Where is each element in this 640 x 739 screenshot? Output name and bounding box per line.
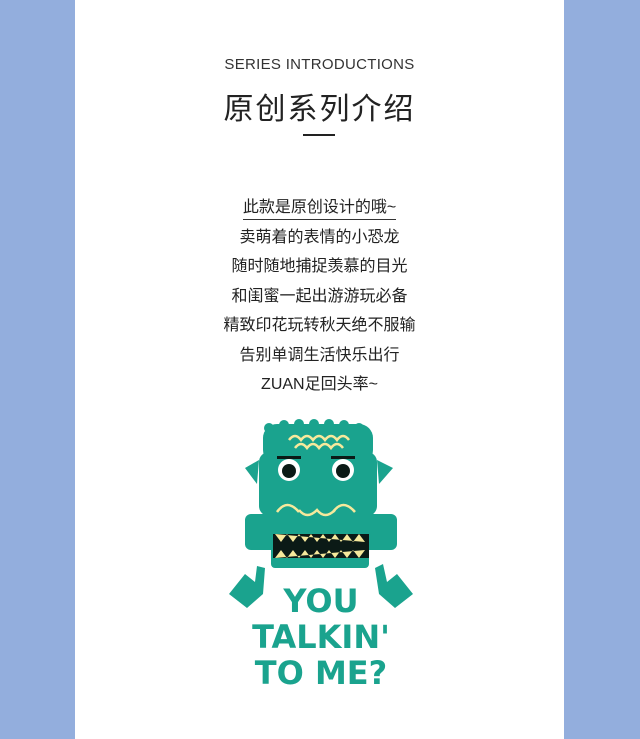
title-underline: [303, 134, 335, 136]
right-side-panel: [564, 0, 640, 739]
intro-line: 告别单调生活快乐出行: [239, 346, 400, 364]
slogan-line-2: TALKIN': [252, 618, 390, 656]
content-panel: SERIES INTRODUCTIONS 原创系列介绍 此款是原创设计的哦~ 卖…: [75, 0, 564, 739]
intro-text: 此款是原创设计的哦~ 卖萌着的表情的小恐龙 随时随地捕捉羡慕的目光 和闺蜜一起出…: [75, 193, 564, 400]
section-title: 原创系列介绍: [223, 93, 416, 126]
intro-line: 精致印花玩转秋天绝不服输: [223, 317, 416, 334]
intro-line: 和闺蜜一起出游游玩必备: [231, 287, 408, 305]
left-side-panel: [0, 0, 75, 739]
section-eyebrow: SERIES INTRODUCTIONS: [224, 56, 415, 73]
intro-line: 卖萌着的表情的小恐龙: [239, 228, 400, 246]
intro-line: ZUAN足回头率~: [261, 376, 378, 393]
dinosaur-mascot-illustration: YOU TALKIN' TO ME?: [229, 419, 413, 692]
slogan-line-3: TO ME?: [255, 654, 387, 692]
slogan-line-1: YOU: [282, 582, 358, 620]
intro-line: 随时随地捕捉羡慕的目光: [231, 258, 408, 275]
intro-line: 此款是原创设计的哦~: [75, 193, 564, 223]
